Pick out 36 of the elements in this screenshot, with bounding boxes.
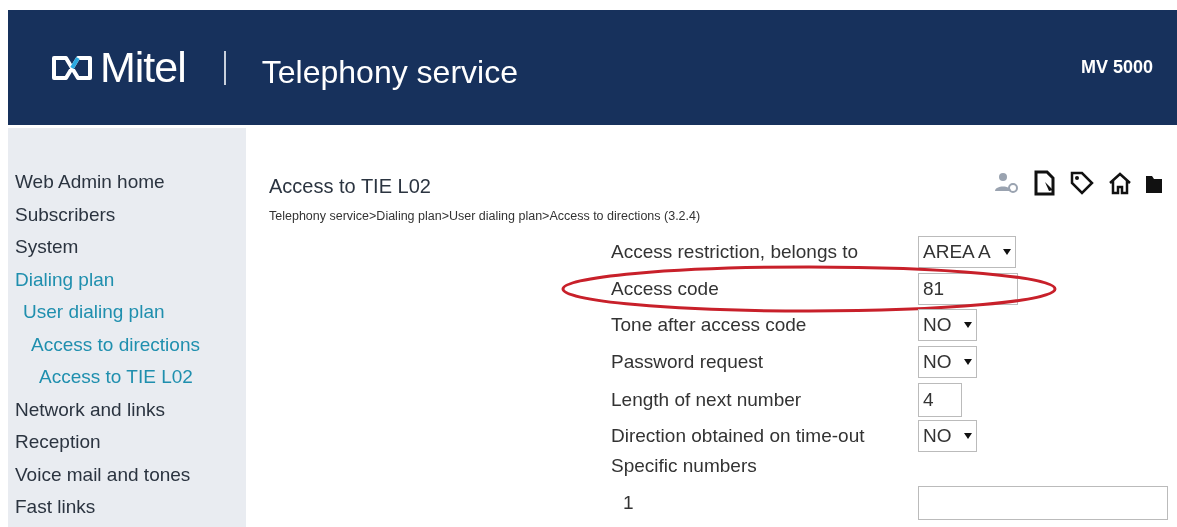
dropdown[interactable]: NO [918, 309, 977, 341]
field-label: Length of next number [611, 387, 803, 412]
input-field[interactable]: 81 [918, 273, 1018, 305]
caret-icon [963, 322, 972, 328]
users-icon[interactable] [994, 171, 1020, 195]
document-icon[interactable] [1034, 170, 1056, 196]
system-name: MV 5000 [1080, 56, 1153, 79]
breadcrumb: Telephony service>Dialing plan>User dialing plan>Access to directions (3.2.4) [269, 208, 701, 225]
sidebar-link[interactable]: Reception [15, 426, 200, 459]
sidebar-link[interactable]: Subscribers [15, 198, 200, 231]
caret-icon [1002, 249, 1011, 255]
field-label: 1 [622, 490, 635, 515]
input-field[interactable]: 4 [918, 383, 962, 417]
field-label: Access restriction, belongs to [611, 239, 860, 264]
sidebar-link[interactable]: Voice mail and tones [15, 458, 200, 491]
home-icon[interactable] [1108, 171, 1132, 195]
tag-icon[interactable] [1070, 171, 1094, 195]
field-label: Password request [611, 349, 765, 374]
input-field[interactable] [918, 486, 1168, 520]
sidebar-link[interactable]: Web Admin home [15, 166, 200, 199]
page-title: Access to TIE L02 [269, 174, 432, 199]
field-label: Access code [611, 276, 720, 301]
field-label: Direction obtained on time-out [611, 423, 866, 448]
sidebar-link[interactable]: Network and links [15, 393, 200, 426]
logo-icon [50, 53, 94, 82]
caret-icon [963, 359, 972, 365]
sidebar-link[interactable]: System [15, 231, 200, 264]
dropdown[interactable]: AREA A [918, 236, 1016, 268]
app-title: Telephony service [261, 52, 518, 92]
sidebar-link[interactable]: Fast links [15, 491, 200, 524]
section-label: Specific numbers [611, 454, 758, 478]
field-label: Tone after access code [611, 312, 808, 337]
dropdown[interactable]: NO [918, 346, 977, 378]
dropdown[interactable]: NO [918, 420, 977, 452]
caret-icon [963, 433, 972, 439]
brand-name: Mitel [100, 42, 186, 94]
